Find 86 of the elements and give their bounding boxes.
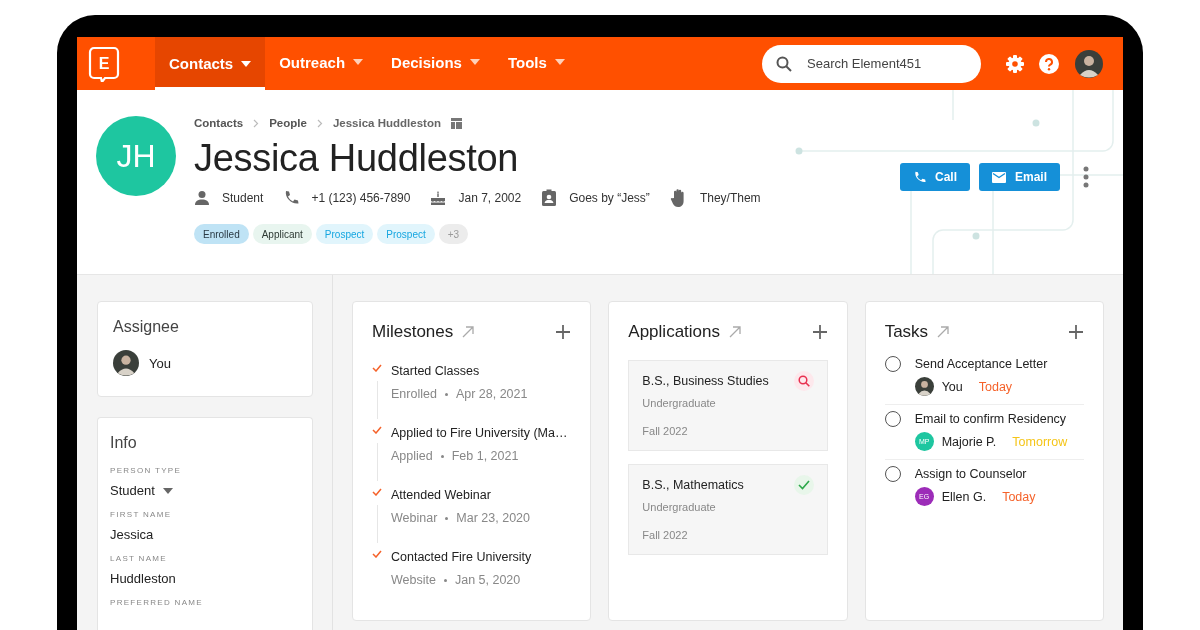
- milestone-date: Feb 1, 2021: [451, 449, 519, 463]
- card-title: Milestones: [372, 322, 454, 342]
- caret-icon: [353, 59, 364, 65]
- milestone-date: Apr 28, 2021: [455, 387, 528, 401]
- breadcrumb-current: Jessica Huddleston: [332, 117, 441, 129]
- search-icon: [797, 375, 810, 387]
- program-term: Fall 2022: [642, 425, 689, 437]
- milestone-date: Mar 23, 2020: [456, 511, 530, 525]
- add-icon[interactable]: [555, 324, 572, 340]
- tag-chip[interactable]: Enrolled: [194, 224, 249, 244]
- field-label: PERSON TYPE: [110, 466, 183, 475]
- help-icon[interactable]: [1039, 53, 1059, 74]
- separator-dot: [444, 392, 448, 396]
- avatar-initials: JH: [96, 116, 176, 196]
- add-icon[interactable]: [1068, 324, 1084, 340]
- phone-icon: [912, 170, 926, 184]
- chevron-right-icon: [253, 118, 260, 128]
- program-name: B.S., Mathematics: [642, 478, 745, 494]
- card-title: Applications: [628, 322, 720, 342]
- card-title: Assignee: [113, 318, 180, 336]
- chevron-right-icon: [316, 118, 323, 128]
- milestone-date: Jan 5, 2020: [454, 573, 521, 587]
- settings-icon[interactable]: [1005, 53, 1025, 74]
- check-icon: [797, 480, 810, 490]
- task-title: Assign to Counselor: [914, 467, 1028, 481]
- cake-icon: [430, 190, 447, 206]
- tag-chip[interactable]: Applicant: [252, 224, 312, 244]
- contact-detail: Jan 7, 2002: [458, 191, 522, 205]
- milestone-title: Contacted Fire University: [391, 550, 533, 564]
- program-level: Undergraduate: [642, 397, 717, 409]
- contact-name: Jessica Huddleston: [194, 136, 520, 180]
- breadcrumb-link[interactable]: People: [269, 117, 307, 129]
- milestone-title: Attended Webinar: [391, 488, 492, 502]
- milestone-title: Started Classes: [391, 364, 481, 378]
- avatar-icon: [113, 350, 139, 376]
- due-date: Today: [1002, 489, 1036, 504]
- contact-detail: Goes by “Jess”: [569, 191, 650, 205]
- caret-icon: [241, 60, 252, 67]
- due-date: Today: [978, 379, 1013, 394]
- id-badge-icon: [541, 189, 558, 207]
- person-icon: [194, 190, 210, 206]
- field-value[interactable]: Huddleston: [110, 571, 176, 586]
- caret-icon: [554, 59, 565, 65]
- logo: E: [88, 45, 120, 82]
- phone-icon: [283, 190, 300, 206]
- nav-tab[interactable]: Contacts: [155, 37, 266, 90]
- caret-icon: [162, 487, 173, 494]
- program-level: Undergraduate: [642, 501, 717, 513]
- field-value[interactable]: Jessica: [110, 527, 154, 542]
- separator-dot: [443, 578, 447, 582]
- contact-detail: They/Them: [699, 191, 761, 205]
- search-field[interactable]: Search Element451: [762, 44, 981, 83]
- program-term: Fall 2022: [642, 529, 689, 541]
- program-name: B.S., Business Studies: [642, 374, 770, 390]
- due-date: Tomorrow: [1012, 434, 1068, 449]
- contact-detail: Student: [222, 191, 264, 205]
- field-label: LAST NAME: [110, 554, 168, 563]
- assignee-name: Majorie P.: [941, 434, 997, 449]
- task-title: Send Acceptance Letter: [914, 357, 1049, 371]
- caret-icon: [469, 59, 480, 65]
- card-title: Info: [110, 434, 138, 452]
- mail-icon: [992, 171, 1006, 183]
- person-type-dropdown[interactable]: Student: [110, 483, 300, 498]
- milestone-source: Enrolled: [391, 387, 437, 401]
- milestone-source: Webinar: [391, 511, 438, 525]
- field-label: FIRST NAME: [110, 510, 173, 519]
- task-title: Email to confirm Residency: [914, 412, 1068, 426]
- application-card[interactable]: B.S., Mathematics Undergraduate Fall 2022: [628, 464, 828, 555]
- contact-detail: +1 (123) 456-7890: [311, 191, 411, 205]
- assignee-name: Ellen G.: [941, 489, 987, 504]
- milestone-source: Website: [391, 573, 436, 587]
- more-options-icon[interactable]: [1083, 166, 1089, 188]
- field-label: PREFERRED NAME: [110, 598, 204, 607]
- add-icon[interactable]: [811, 324, 828, 340]
- milestone-source: Applied: [391, 449, 433, 463]
- avatar-icon: [914, 377, 934, 396]
- breadcrumb-link[interactable]: Contacts: [194, 117, 244, 129]
- assignee-name: You: [941, 379, 963, 394]
- application-card[interactable]: B.S., Business Studies Undergraduate Fall 2022: [628, 360, 828, 451]
- separator-dot: [445, 516, 449, 520]
- card-title: Tasks: [884, 322, 929, 342]
- milestone-title: Applied to Fire University (Ma…: [391, 426, 569, 440]
- avatar-icon: [1075, 49, 1103, 78]
- separator-dot: [440, 454, 444, 458]
- table-icon: [450, 117, 462, 129]
- assignee-name: You: [149, 355, 171, 371]
